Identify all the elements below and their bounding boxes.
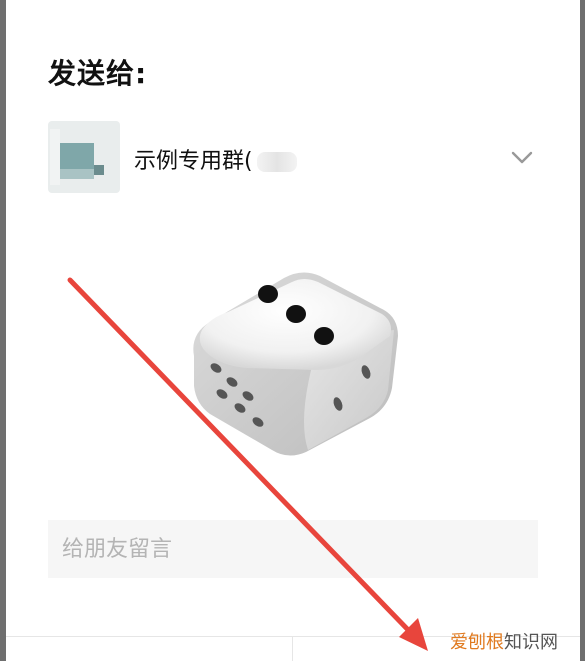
dialog-title: 发送给:	[48, 57, 148, 90]
group-avatar	[48, 121, 120, 193]
watermark-part2: 知识网	[504, 632, 558, 653]
chevron-down-icon[interactable]	[508, 143, 536, 171]
watermark-part1: 爱刨根	[450, 632, 504, 653]
share-dialog: 发送给: 示例专用群(	[6, 0, 580, 661]
watermark: 爱刨根知识网	[450, 628, 558, 654]
recipient-row[interactable]: 示例专用群(	[48, 121, 538, 193]
recipient-name-text: 示例专用群(	[134, 149, 253, 174]
cancel-button[interactable]	[6, 637, 292, 661]
recipient-name: 示例专用群(	[134, 143, 297, 175]
message-input[interactable]	[48, 520, 538, 578]
dice-sticker	[193, 272, 398, 456]
blurred-name-suffix	[256, 152, 297, 172]
